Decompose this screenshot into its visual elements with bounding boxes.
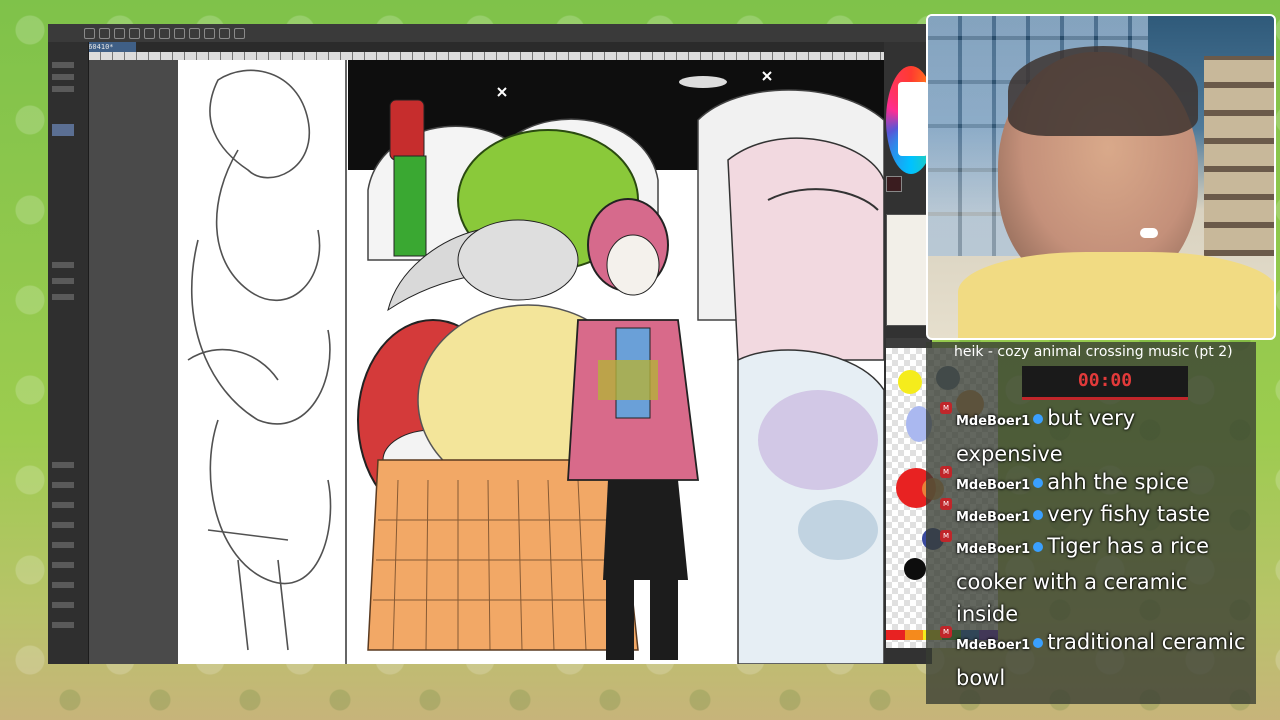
- chat-username[interactable]: MdeBoer1: [956, 478, 1030, 493]
- verified-icon: [1033, 510, 1044, 520]
- moderator-badge-icon: M: [940, 530, 952, 542]
- brush-property[interactable]: [52, 542, 74, 548]
- tool-property-slider[interactable]: [52, 278, 74, 284]
- chat-username[interactable]: MdeBoer1: [956, 542, 1030, 557]
- tool-property-slider[interactable]: [52, 294, 74, 300]
- moderator-badge-icon: M: [940, 498, 952, 510]
- current-color-swatch[interactable]: [886, 176, 902, 192]
- new-file-icon[interactable]: [84, 27, 95, 39]
- brush-property[interactable]: [52, 522, 74, 528]
- chat-text: very fishy taste: [1047, 502, 1211, 526]
- brush-property[interactable]: [52, 622, 74, 628]
- transform-icon[interactable]: [174, 27, 185, 39]
- webcam-overlay: [926, 14, 1276, 340]
- yellow-swatch[interactable]: [898, 370, 922, 394]
- verified-icon: [1033, 478, 1044, 488]
- black-swatch[interactable]: [904, 558, 926, 580]
- brush-property[interactable]: [52, 502, 74, 508]
- selection-icon[interactable]: [204, 27, 215, 39]
- command-bar: [48, 24, 932, 42]
- canvas-backdrop: [89, 60, 179, 664]
- timer-value: 00:00: [1077, 370, 1133, 391]
- artwork: [178, 60, 884, 664]
- selected-tool[interactable]: [52, 124, 74, 136]
- chat-message: MdeBoer1 but very expensive: [956, 402, 1246, 470]
- tool-slot[interactable]: [52, 86, 74, 92]
- undo-icon[interactable]: [129, 27, 140, 39]
- verified-icon: [1033, 542, 1044, 552]
- tool-property-slider[interactable]: [52, 262, 74, 268]
- redo-icon[interactable]: [144, 27, 155, 39]
- brush-property[interactable]: [52, 482, 74, 488]
- ruler-icon[interactable]: [219, 27, 230, 39]
- settings-icon[interactable]: [234, 27, 245, 39]
- moderator-badge-icon: M: [940, 402, 952, 414]
- chat-username[interactable]: MdeBoer1: [956, 510, 1030, 525]
- streamer-hair: [1008, 46, 1198, 136]
- color-picker-square[interactable]: [898, 82, 928, 156]
- stream-title: heik - cozy animal crossing music (pt 2): [954, 344, 1233, 360]
- brush-property[interactable]: [52, 582, 74, 588]
- brush-property[interactable]: [52, 462, 74, 468]
- chat-username[interactable]: MdeBoer1: [956, 414, 1030, 429]
- drawing-app-window: 260410*: [48, 24, 932, 664]
- open-file-icon[interactable]: [99, 27, 110, 39]
- chat-username[interactable]: MdeBoer1: [956, 638, 1030, 653]
- streamer-shirt: [958, 252, 1274, 338]
- verified-icon: [1033, 638, 1044, 648]
- stream-timer: 00:00: [1022, 366, 1188, 400]
- chat-message: MdeBoer1 ahh the spice: [956, 466, 1246, 502]
- chat-message: MdeBoer1 very fishy taste: [956, 498, 1246, 534]
- chat-message: MdeBoer1 traditional ceramic bowl: [956, 626, 1246, 694]
- chat-text: ahh the spice: [1047, 470, 1190, 494]
- moderator-badge-icon: M: [940, 466, 952, 478]
- verified-icon: [1033, 414, 1044, 424]
- bookshelf: [1204, 56, 1274, 256]
- tool-slot[interactable]: [52, 62, 74, 68]
- fill-icon[interactable]: [189, 27, 200, 39]
- brush-property[interactable]: [52, 602, 74, 608]
- palette-header: [886, 338, 930, 348]
- brush-property[interactable]: [52, 562, 74, 568]
- tool-panel: [48, 42, 89, 664]
- chat-message: MdeBoer1 Tiger has a rice cooker with a c…: [956, 530, 1246, 630]
- horizontal-ruler: [88, 52, 932, 60]
- save-icon[interactable]: [114, 27, 125, 39]
- tool-slot[interactable]: [52, 74, 74, 80]
- drawing-canvas[interactable]: [178, 60, 884, 664]
- earbud: [1140, 228, 1158, 238]
- clear-icon[interactable]: [159, 27, 170, 39]
- moderator-badge-icon: M: [940, 626, 952, 638]
